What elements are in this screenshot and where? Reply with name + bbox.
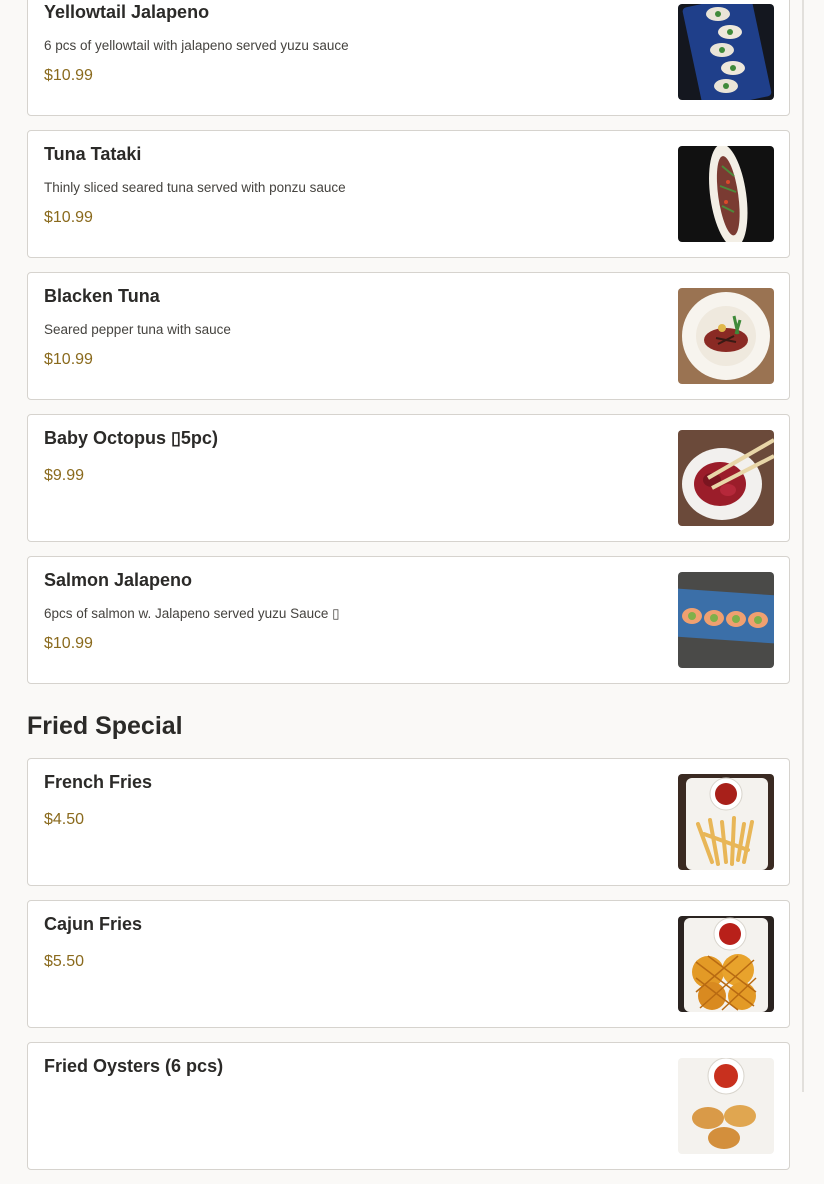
item-name: Yellowtail Jalapeno [44,2,210,22]
item-name: Cajun Fries [44,914,143,934]
fried-oysters-photo [678,1058,774,1154]
item-price: $4.50 [44,811,85,828]
item-name: Baby Octopus ▯5pc) [44,428,218,448]
menu-item-yellowtail-jalapeno[interactable]: Yellowtail Jalapeno 6 pcs of yellowtail … [27,0,790,116]
item-name: Salmon Jalapeno [44,570,193,590]
french-fries-photo [678,774,774,870]
salmon-jalapeno-photo [678,572,774,668]
cajun-fries-photo [678,916,774,1012]
item-price: $10.99 [44,635,93,652]
item-price: $10.99 [44,351,93,368]
menu-item-french-fries[interactable]: French Fries $4.50 [27,758,790,886]
item-name: Tuna Tataki [44,144,142,164]
item-name: Blacken Tuna [44,286,160,306]
item-name: Fried Oysters (6 pcs) [44,1056,224,1076]
item-name: French Fries [44,772,153,792]
blacken-tuna-photo [678,288,774,384]
item-price: $5.50 [44,953,85,970]
menu-item-blacken-tuna[interactable]: Blacken Tuna Seared pepper tuna with sau… [27,272,790,400]
menu-item-cajun-fries[interactable]: Cajun Fries $5.50 [27,900,790,1028]
yellowtail-jalapeno-photo [678,4,774,100]
item-price: $10.99 [44,209,93,226]
tuna-tataki-photo [678,146,774,242]
item-price: $10.99 [44,67,93,84]
menu-list: Yellowtail Jalapeno 6 pcs of yellowtail … [0,0,803,1184]
item-description: 6pcs of salmon w. Jalapeno served yuzu S… [44,606,340,621]
scrollbar-track[interactable] [802,0,804,1092]
item-description: Thinly sliced seared tuna served with po… [44,180,346,195]
item-description: 6 pcs of yellowtail with jalapeno served… [44,38,349,53]
baby-octopus-photo [678,430,774,526]
section-title-fried-special: Fried Special [27,712,183,740]
item-description: Seared pepper tuna with sauce [44,322,231,337]
item-price: $9.99 [44,467,85,484]
menu-item-tuna-tataki[interactable]: Tuna Tataki Thinly sliced seared tuna se… [27,130,790,258]
menu-item-fried-oysters[interactable]: Fried Oysters (6 pcs) [27,1042,790,1170]
menu-item-salmon-jalapeno[interactable]: Salmon Jalapeno 6pcs of salmon w. Jalape… [27,556,790,684]
menu-item-baby-octopus[interactable]: Baby Octopus ▯5pc) $9.99 [27,414,790,542]
